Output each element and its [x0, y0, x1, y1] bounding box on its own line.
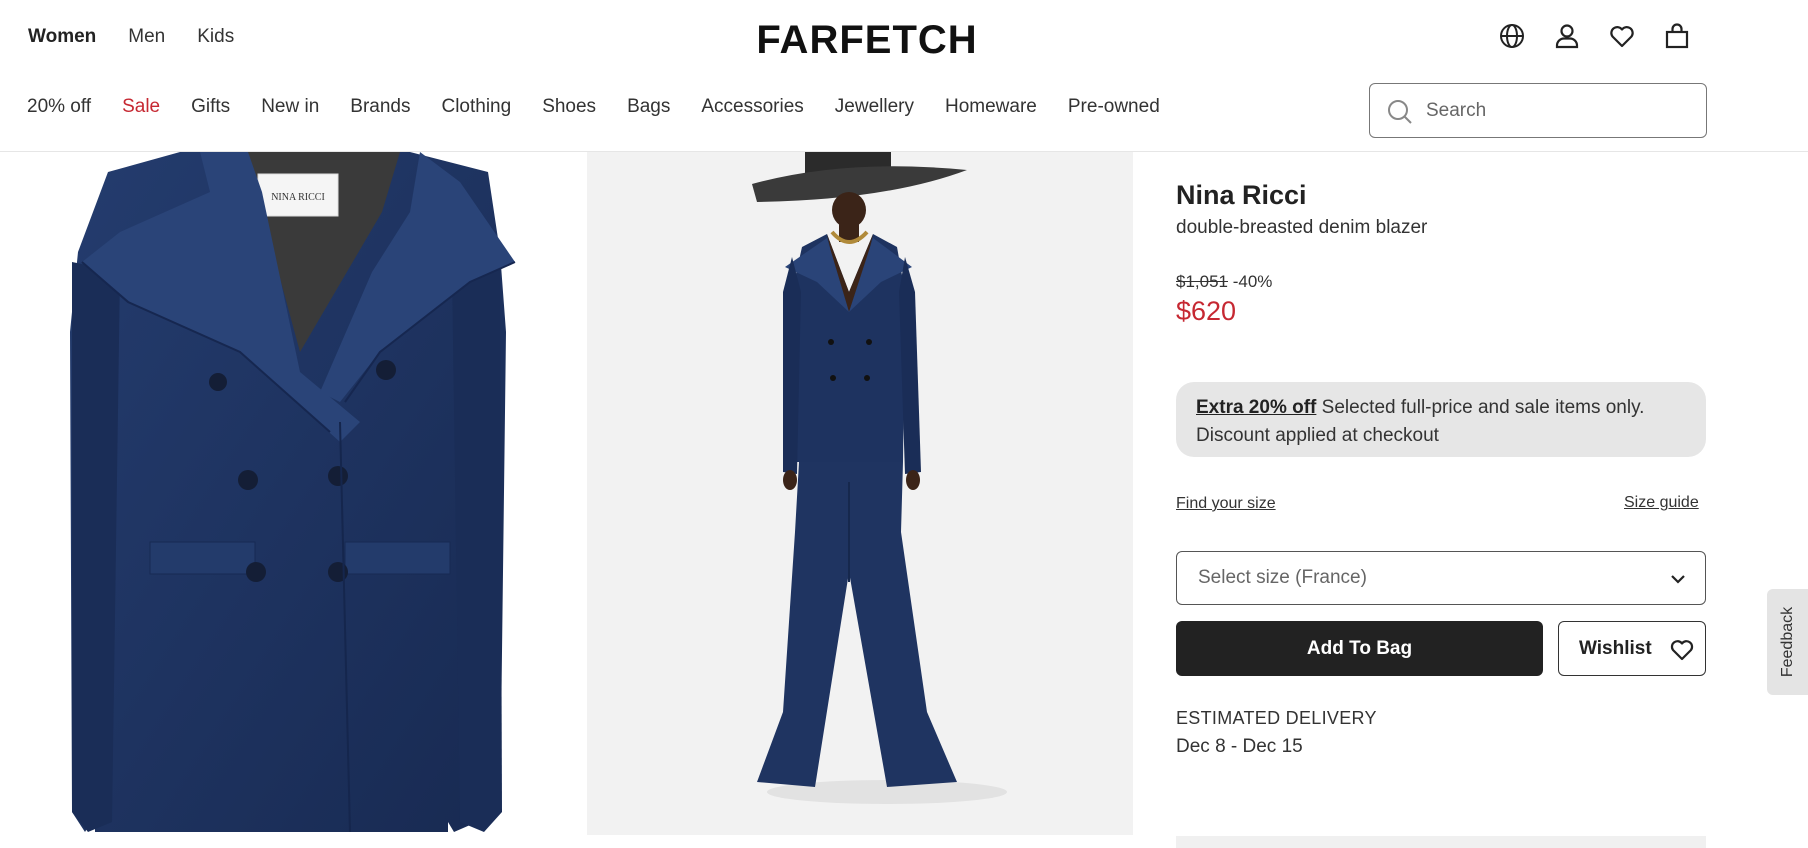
tab-kids[interactable]: Kids — [197, 26, 234, 48]
tab-women[interactable]: Women — [28, 26, 96, 48]
add-to-bag-button[interactable]: Add To Bag — [1176, 621, 1543, 676]
nav-bags[interactable]: Bags — [627, 96, 670, 118]
product-page: Women Men Kids FARFETCH 20% off Sale Gif… — [0, 0, 1808, 848]
wishlist-button[interactable]: Wishlist — [1558, 621, 1706, 676]
estimated-delivery-dates: Dec 8 - Dec 15 — [1176, 736, 1303, 757]
original-price-row: $1,051 -40% — [1176, 272, 1272, 292]
feedback-tab[interactable]: Feedback — [1767, 589, 1808, 695]
feedback-label: Feedback — [1779, 606, 1796, 678]
nav-sale[interactable]: Sale — [122, 96, 160, 118]
search-box[interactable] — [1369, 83, 1707, 138]
search-icon — [1388, 100, 1412, 124]
tab-men[interactable]: Men — [128, 26, 165, 48]
product-name: double-breasted denim blazer — [1176, 217, 1428, 238]
nav-pre-owned[interactable]: Pre-owned — [1068, 96, 1160, 118]
category-nav: 20% off Sale Gifts New in Brands Clothin… — [27, 96, 1191, 118]
heart-icon — [1670, 640, 1694, 661]
heart-icon[interactable] — [1608, 22, 1636, 50]
original-price: $1,051 — [1176, 272, 1228, 291]
size-guide-link[interactable]: Size guide — [1624, 494, 1699, 512]
brand-label-text: NINA RICCI — [271, 192, 325, 203]
promo-banner: Extra 20% off Selected full-price and sa… — [1176, 382, 1706, 457]
size-select[interactable]: Select size (France) — [1176, 551, 1706, 605]
nav-clothing[interactable]: Clothing — [441, 96, 511, 118]
header-icons — [1498, 22, 1691, 50]
account-icon[interactable] — [1553, 22, 1581, 50]
product-brand[interactable]: Nina Ricci — [1176, 180, 1307, 211]
nav-brands[interactable]: Brands — [350, 96, 410, 118]
nav-homeware[interactable]: Homeware — [945, 96, 1037, 118]
size-select-placeholder: Select size (France) — [1198, 567, 1367, 588]
gender-nav: Women Men Kids — [28, 26, 234, 48]
bag-icon[interactable] — [1663, 22, 1691, 50]
sale-price: $620 — [1176, 296, 1237, 326]
next-section-box — [1176, 836, 1706, 848]
promo-link[interactable]: Extra 20% off — [1196, 397, 1316, 418]
nav-jewellery[interactable]: Jewellery — [835, 96, 914, 118]
estimated-delivery-label: ESTIMATED DELIVERY — [1176, 708, 1377, 728]
find-your-size-link[interactable]: Find your size — [1176, 495, 1276, 513]
product-image-model[interactable] — [587, 152, 1133, 835]
nav-new-in[interactable]: New in — [261, 96, 319, 118]
model-image — [587, 152, 1133, 835]
nav-20-off[interactable]: 20% off — [27, 96, 91, 118]
discount-badge: -40% — [1232, 272, 1273, 291]
farfetch-logo[interactable]: FARFETCH — [740, 16, 994, 64]
blazer-image: NINA RICCI — [70, 152, 516, 832]
globe-icon[interactable] — [1498, 22, 1526, 50]
product-image-front[interactable]: NINA RICCI — [0, 152, 588, 832]
chevron-down-icon — [1671, 575, 1685, 584]
wishlist-label: Wishlist — [1579, 638, 1652, 659]
nav-gifts[interactable]: Gifts — [191, 96, 230, 118]
nav-accessories[interactable]: Accessories — [701, 96, 803, 118]
nav-shoes[interactable]: Shoes — [542, 96, 596, 118]
top-bar: Women Men Kids FARFETCH — [0, 0, 1808, 80]
search-input[interactable] — [1426, 96, 1686, 126]
